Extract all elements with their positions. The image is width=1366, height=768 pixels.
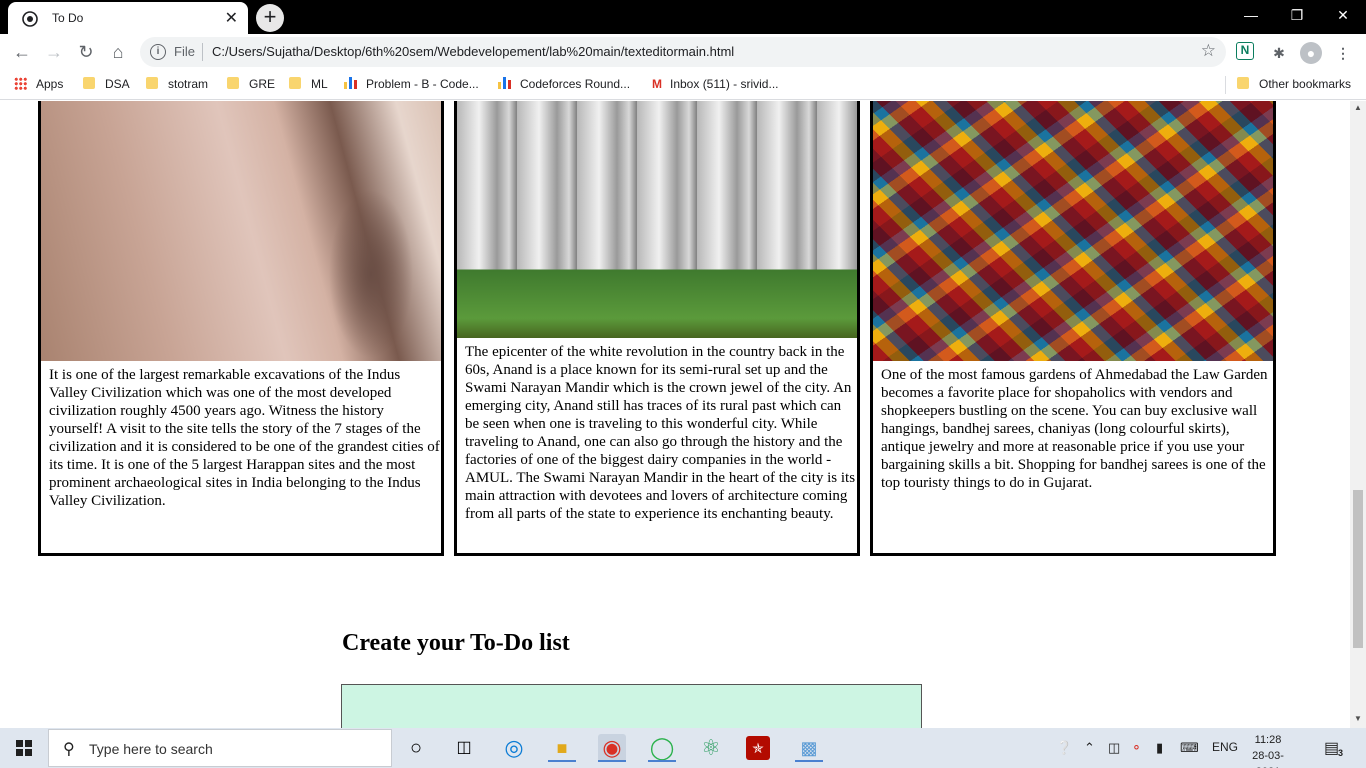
chrome-icon[interactable]: ◉ xyxy=(598,734,626,762)
place-card-law-garden: One of the most famous gardens of Ahmeda… xyxy=(870,101,1276,556)
bookmark-other-bookmarks[interactable]: Other bookmarks xyxy=(1237,77,1351,91)
cortana-icon[interactable]: ○ xyxy=(402,734,430,762)
keyboard-icon[interactable]: ⌨ xyxy=(1180,740,1199,756)
extensions-puzzle-icon[interactable]: ✱ xyxy=(1268,42,1290,64)
new-tab-button[interactable]: + xyxy=(256,4,284,32)
vertical-scrollbar[interactable]: ▲ ▼ xyxy=(1350,101,1366,728)
bookmark-codeforces-round[interactable]: Codeforces Round... xyxy=(498,77,630,91)
folder-icon xyxy=(289,77,301,89)
profile-avatar-icon[interactable]: ● xyxy=(1300,42,1322,64)
running-indicator xyxy=(648,760,676,762)
browser-tab[interactable]: To Do ✕ xyxy=(8,2,248,34)
scrollbar-thumb[interactable] xyxy=(1353,490,1363,648)
bookmark-label: Inbox (511) - srivid... xyxy=(670,77,779,91)
language-indicator[interactable]: ENG xyxy=(1212,740,1238,754)
scroll-up-arrow-icon[interactable]: ▲ xyxy=(1353,103,1363,112)
atom-editor-icon[interactable]: ⚛ xyxy=(697,734,725,762)
browser-toolbar: ← → ↻ ⌂ i File C:/Users/Sujatha/Desktop/… xyxy=(0,34,1366,70)
gmail-icon: M xyxy=(652,77,662,91)
bookmark-problem-b[interactable]: Problem - B - Code... xyxy=(344,77,479,91)
place-card-description: The epicenter of the white revolution in… xyxy=(465,344,856,522)
bookmark-label: GRE xyxy=(249,77,276,91)
bookmark-star-icon[interactable]: ☆ xyxy=(1201,41,1216,61)
device-tray-icon[interactable]: ◫ xyxy=(1108,740,1120,756)
tab-close-icon[interactable]: ✕ xyxy=(225,8,238,28)
codeforces-icon xyxy=(344,77,358,89)
law-garden-market-image xyxy=(873,101,1273,361)
bookmarks-divider xyxy=(1225,76,1226,94)
tab-title: To Do xyxy=(52,11,84,25)
codeforces-icon xyxy=(498,77,512,89)
edge-browser-icon[interactable]: ◎ xyxy=(500,734,528,762)
todo-container[interactable] xyxy=(341,684,922,728)
windows-start-icon[interactable] xyxy=(16,740,32,756)
bookmark-label: ML xyxy=(311,77,328,91)
menu-kebab-icon[interactable]: ⋮ xyxy=(1332,42,1354,64)
bookmark-folder-gre[interactable]: GRE xyxy=(227,77,275,91)
address-bar[interactable]: i File C:/Users/Sujatha/Desktop/6th%20se… xyxy=(140,37,1226,67)
extension-n-icon[interactable]: N xyxy=(1236,42,1254,60)
bookmark-folder-dsa[interactable]: DSA xyxy=(83,77,130,91)
chrome-favicon-icon xyxy=(22,11,38,27)
clock-date: 28-03-2021 xyxy=(1252,750,1284,768)
amul-factory-image xyxy=(457,101,857,338)
notes-app-icon[interactable]: ▩ xyxy=(795,734,823,762)
folder-icon xyxy=(1237,77,1249,89)
apps-grid-icon xyxy=(14,77,27,90)
battery-icon[interactable]: ▮ xyxy=(1156,740,1163,756)
bookmark-folder-stotram[interactable]: stotram xyxy=(146,77,208,91)
address-url[interactable]: C:/Users/Sujatha/Desktop/6th%20sem/Webde… xyxy=(212,44,734,59)
home-icon[interactable]: ⌂ xyxy=(106,40,130,64)
place-card-description: It is one of the largest remarkable exca… xyxy=(49,367,440,509)
place-card-indus: It is one of the largest remarkable exca… xyxy=(38,101,444,556)
bookmark-label: Problem - B - Code... xyxy=(366,77,479,91)
forward-arrow-icon[interactable]: → xyxy=(42,40,66,64)
file-explorer-icon[interactable]: ■ xyxy=(548,734,576,762)
back-arrow-icon[interactable]: ← xyxy=(10,40,34,64)
close-window-button[interactable]: ✕ xyxy=(1320,4,1366,26)
task-view-icon[interactable]: ◫ xyxy=(450,734,478,762)
reload-icon[interactable]: ↻ xyxy=(74,40,98,64)
browser-titlebar: To Do ✕ + — ❐ ✕ xyxy=(0,0,1366,34)
running-indicator xyxy=(795,760,823,762)
search-icon: ⚲ xyxy=(63,741,75,758)
clock-time: 11:28 xyxy=(1254,734,1282,746)
acrobat-reader-icon[interactable]: ✯ xyxy=(746,736,770,760)
scroll-down-arrow-icon[interactable]: ▼ xyxy=(1353,714,1363,723)
page-viewport: It is one of the largest remarkable exca… xyxy=(0,101,1350,728)
folder-icon xyxy=(227,77,239,89)
taskbar-search-placeholder: Type here to search xyxy=(89,741,213,757)
network-tray-icon[interactable]: ⚬ xyxy=(1131,740,1142,756)
windows-taskbar: ⚲ Type here to search ○ ◫ ◎ ■ ◉ ◯ ⚛ ✯ ▩ … xyxy=(0,728,1366,768)
bookmark-label: stotram xyxy=(168,77,209,91)
running-indicator xyxy=(598,760,626,762)
taskbar-clock[interactable]: 11:28 28-03-2021 xyxy=(1246,732,1290,768)
bookmark-inbox[interactable]: M Inbox (511) - srivid... xyxy=(652,77,778,91)
notification-center-icon[interactable]: ▤ xyxy=(1324,738,1339,758)
restore-button[interactable]: ❐ xyxy=(1274,4,1320,26)
bookmark-label: Codeforces Round... xyxy=(520,77,631,91)
minimize-button[interactable]: — xyxy=(1228,4,1274,26)
folder-icon xyxy=(146,77,158,89)
notification-count-badge: 3 xyxy=(1338,748,1344,758)
info-icon[interactable]: i xyxy=(150,44,166,60)
place-card-anand: The epicenter of the white revolution in… xyxy=(454,101,860,556)
bookmark-label: DSA xyxy=(105,77,130,91)
bookmark-label: Other bookmarks xyxy=(1259,77,1352,91)
address-scheme: File xyxy=(174,44,195,59)
help-tray-icon[interactable]: ❔ xyxy=(1056,740,1072,756)
place-card-description: One of the most famous gardens of Ahmeda… xyxy=(881,367,1268,491)
green-app-icon[interactable]: ◯ xyxy=(648,734,676,762)
bookmark-label: Apps xyxy=(36,77,64,91)
address-separator xyxy=(202,43,203,61)
todo-heading: Create your To-Do list xyxy=(342,630,570,656)
running-indicator xyxy=(548,760,576,762)
bookmark-apps[interactable]: Apps xyxy=(14,77,63,91)
show-hidden-icons-chevron-icon[interactable]: ⌃ xyxy=(1084,740,1095,756)
bookmark-folder-ml[interactable]: ML xyxy=(289,77,328,91)
folder-icon xyxy=(83,77,95,89)
bookmarks-bar: Apps DSA stotram GRE ML Problem - B - Co… xyxy=(0,70,1366,100)
indus-site-image xyxy=(41,101,441,361)
taskbar-search-box[interactable]: ⚲ Type here to search xyxy=(48,729,392,767)
